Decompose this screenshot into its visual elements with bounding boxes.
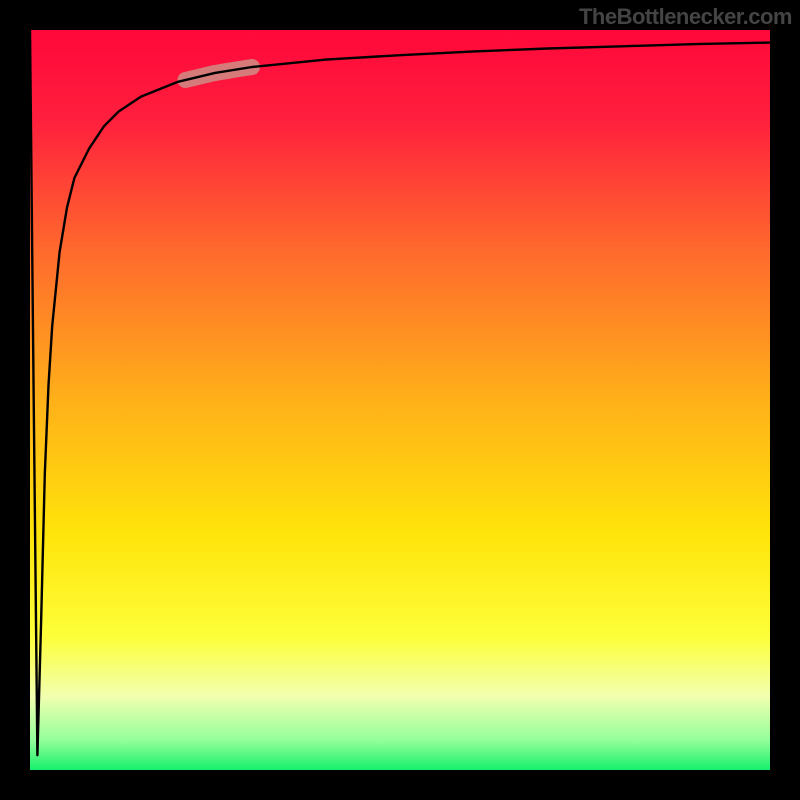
watermark-text: TheBottlenecker.com [579,4,792,30]
plot-area [30,30,770,770]
bottleneck-curve [30,30,770,755]
chart-canvas: TheBottlenecker.com [0,0,800,800]
curve-layer [30,30,770,770]
